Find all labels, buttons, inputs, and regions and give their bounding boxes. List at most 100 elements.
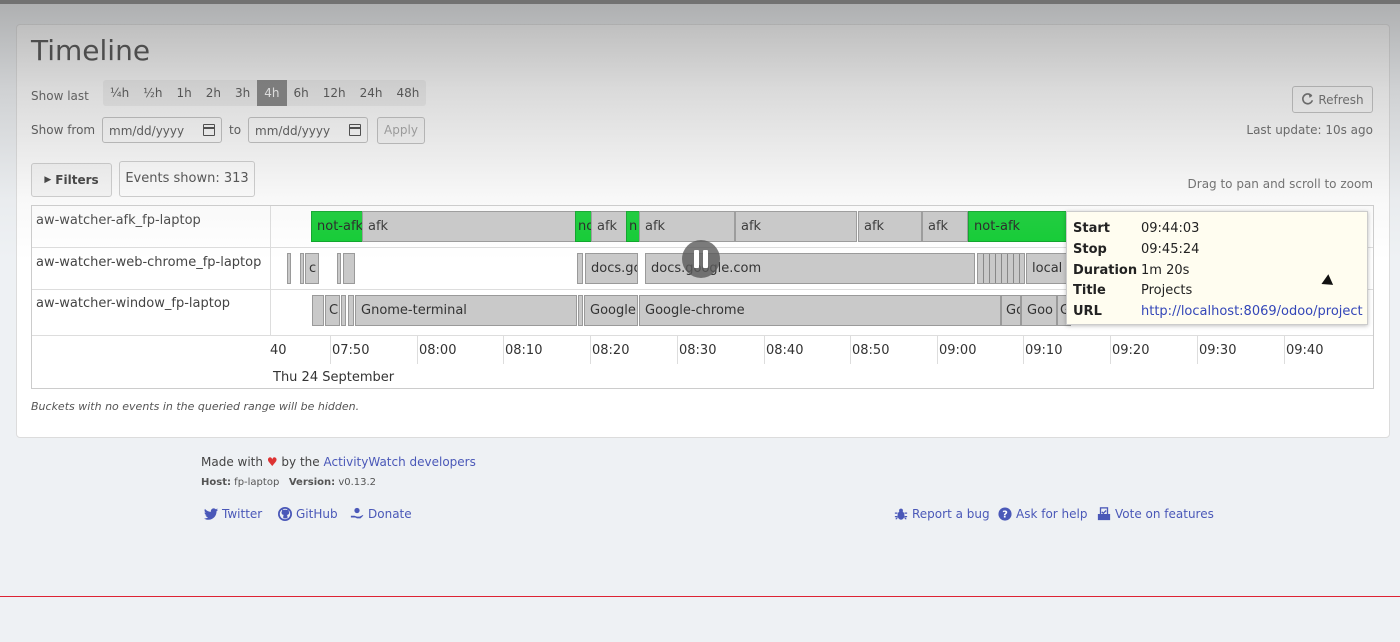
range-12h-button[interactable]: 12h [316, 80, 353, 106]
report-bug-label: Report a bug [912, 507, 990, 521]
range-quarter-hour-button[interactable]: ¼h [103, 80, 136, 106]
axis-tick: 09:00 [939, 343, 977, 358]
event-segment[interactable] [287, 253, 291, 284]
range-3h-button[interactable]: 3h [228, 80, 257, 106]
github-link[interactable]: GitHub [278, 507, 338, 521]
twitter-label: Twitter [222, 507, 263, 521]
range-6h-button[interactable]: 6h [287, 80, 316, 106]
event-segment[interactable]: afk [858, 211, 922, 242]
to-label: to [229, 123, 242, 137]
question-circle-icon: ? [998, 507, 1012, 521]
event-segment[interactable] [977, 253, 1025, 284]
twitter-link[interactable]: Twitter [204, 507, 262, 521]
filters-label: Filters [55, 173, 99, 187]
event-segment[interactable] [578, 295, 583, 326]
event-segment[interactable] [341, 295, 346, 326]
to-date-input[interactable]: mm/dd/yyyy [248, 117, 368, 143]
bucket-label-window: aw-watcher-window_fp-laptop [36, 296, 231, 311]
pause-icon[interactable] [682, 240, 720, 278]
event-segment[interactable]: Go [1001, 295, 1021, 326]
vote-features-link[interactable]: Vote on features [1097, 507, 1214, 521]
grid-line [1023, 336, 1024, 364]
ask-help-label: Ask for help [1016, 507, 1088, 521]
event-segment[interactable] [337, 253, 341, 284]
twitter-icon [204, 508, 218, 520]
refresh-icon [1302, 93, 1314, 105]
last-update-text: Last update: 10s ago [1246, 123, 1373, 137]
event-segment[interactable] [577, 253, 583, 284]
grid-line [1197, 336, 1198, 364]
filters-toggle-button[interactable]: ▶ Filters [31, 163, 112, 197]
donate-link[interactable]: Donate [350, 507, 412, 521]
event-segment[interactable]: not-afk [311, 211, 363, 242]
event-segment[interactable]: afk [735, 211, 857, 242]
bucket-label-afk: aw-watcher-afk_fp-laptop [36, 213, 201, 228]
event-segment[interactable] [300, 253, 304, 284]
axis-tick: 08:00 [419, 343, 457, 358]
bucket-label-web: aw-watcher-web-chrome_fp-laptop [36, 255, 262, 270]
event-segment[interactable]: afk [639, 211, 735, 242]
report-bug-link[interactable]: Report a bug [894, 507, 990, 521]
event-segment[interactable]: afk [922, 211, 968, 242]
grid-line [764, 336, 765, 364]
event-segment[interactable]: c [305, 253, 319, 284]
tooltip-title-key: Title [1073, 283, 1106, 299]
range-48h-button[interactable]: 48h [390, 80, 427, 106]
version-value: v0.13.2 [338, 477, 377, 488]
event-segment[interactable]: afk [591, 211, 627, 242]
ask-help-link[interactable]: ? Ask for help [998, 507, 1087, 521]
event-segment[interactable]: Gnome-terminal [355, 295, 577, 326]
range-half-hour-button[interactable]: ½h [136, 80, 169, 106]
event-segment[interactable]: C [325, 295, 340, 326]
bug-icon [894, 508, 908, 520]
event-segment[interactable] [343, 253, 355, 284]
grid-line [850, 336, 851, 364]
apply-button[interactable]: Apply [377, 117, 425, 144]
hidden-buckets-note: Buckets with no events in the queried ra… [31, 400, 360, 413]
vote-features-label: Vote on features [1115, 507, 1214, 521]
event-segment[interactable] [348, 295, 354, 326]
tooltip-start-value: 09:44:03 [1141, 221, 1200, 236]
axis-tick: 09:20 [1112, 343, 1150, 358]
developers-link[interactable]: ActivityWatch developers [323, 455, 475, 469]
event-segment[interactable]: no [575, 211, 592, 242]
tooltip-url-link[interactable]: http://localhost:8069/odoo/project [1141, 302, 1363, 323]
footer-host-info: Host: fp-laptop Version: v0.13.2 [201, 477, 376, 488]
event-segment[interactable]: Goo [1021, 295, 1057, 326]
from-date-input[interactable]: mm/dd/yyyy [102, 117, 222, 143]
range-1h-button[interactable]: 1h [170, 80, 199, 106]
refresh-button[interactable]: Refresh [1292, 86, 1373, 113]
grid-line [677, 336, 678, 364]
axis-tick: 08:10 [505, 343, 543, 358]
event-tooltip: Start 09:44:03 Stop 09:45:24 Duration 1m 20… [1066, 211, 1368, 325]
event-segment[interactable]: n [626, 211, 640, 242]
caret-right-icon: ▶ [44, 175, 52, 185]
label-column-divider [270, 206, 271, 336]
event-segment[interactable]: Google [584, 295, 638, 326]
by-the-text: by the [281, 455, 320, 469]
github-label: GitHub [296, 507, 338, 521]
made-with-text: Made with [201, 455, 263, 469]
donate-icon [350, 507, 364, 519]
refresh-label: Refresh [1318, 92, 1364, 107]
axis-tick: 40 [270, 343, 287, 358]
axis-date-label: Thu 24 September [273, 370, 395, 385]
range-4h-button[interactable]: 4h [257, 80, 287, 106]
event-segment[interactable]: docs.gc [585, 253, 638, 284]
event-segment[interactable]: local [1026, 253, 1068, 284]
axis-tick: 08:40 [766, 343, 804, 358]
event-segment[interactable]: afk [362, 211, 576, 242]
range-24h-button[interactable]: 24h [353, 80, 390, 106]
grid-line [1284, 336, 1285, 364]
show-from-label: Show from [31, 123, 96, 137]
range-2h-button[interactable]: 2h [199, 80, 228, 106]
grid-line [503, 336, 504, 364]
github-icon [278, 507, 292, 521]
axis-tick: 07:50 [332, 343, 370, 358]
event-segment[interactable] [312, 295, 324, 326]
tooltip-start-key: Start [1073, 221, 1110, 236]
tooltip-stop-key: Stop [1073, 241, 1107, 257]
host-value: fp-laptop [234, 477, 280, 488]
event-segment[interactable]: Google-chrome [639, 295, 1001, 326]
video-progress-line[interactable] [0, 596, 1400, 597]
